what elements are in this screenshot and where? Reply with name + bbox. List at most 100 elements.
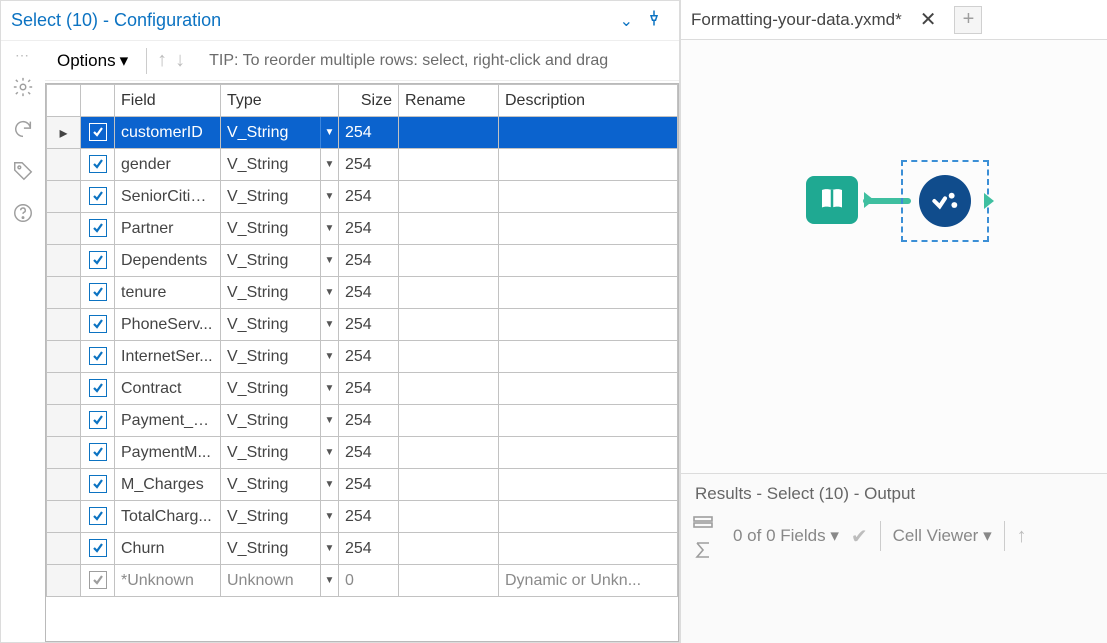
size-cell[interactable]: 254 [339,373,399,405]
size-cell[interactable]: 254 [339,341,399,373]
row-indicator[interactable] [47,437,81,469]
row-indicator[interactable] [47,245,81,277]
table-row[interactable]: tenureV_String▼254 [47,277,678,309]
description-cell[interactable]: Dynamic or Unkn... [499,565,678,597]
size-cell[interactable]: 254 [339,437,399,469]
table-row[interactable]: M_ChargesV_String▼254 [47,469,678,501]
col-rename[interactable]: Rename [399,85,499,117]
cell-viewer-dropdown[interactable]: Cell Viewer ▾ [893,526,992,546]
type-cell[interactable]: V_String▼ [221,373,339,405]
description-cell[interactable] [499,341,678,373]
type-dropdown-icon[interactable]: ▼ [320,341,338,372]
include-checkbox[interactable] [81,565,115,597]
field-grid[interactable]: Field Type Size Rename Description ▸cust… [45,83,679,642]
type-dropdown-icon[interactable]: ▼ [320,373,338,404]
field-name-cell[interactable]: Partner [115,213,221,245]
row-indicator[interactable] [47,181,81,213]
include-checkbox[interactable] [81,213,115,245]
table-row[interactable]: Payment_PBV_String▼254 [47,405,678,437]
output-anchor-icon[interactable] [864,192,874,208]
description-cell[interactable] [499,309,678,341]
size-cell[interactable]: 0 [339,565,399,597]
table-row[interactable]: ContractV_String▼254 [47,373,678,405]
include-checkbox[interactable] [81,149,115,181]
type-cell[interactable]: V_String▼ [221,437,339,469]
size-cell[interactable]: 254 [339,501,399,533]
type-dropdown-icon[interactable]: ▼ [320,277,338,308]
row-indicator[interactable] [47,501,81,533]
rename-cell[interactable] [399,341,499,373]
include-checkbox[interactable] [81,501,115,533]
include-checkbox[interactable] [81,533,115,565]
size-cell[interactable]: 254 [339,405,399,437]
type-cell[interactable]: V_String▼ [221,405,339,437]
rename-cell[interactable] [399,405,499,437]
field-name-cell[interactable]: Payment_PB [115,405,221,437]
include-checkbox[interactable] [81,437,115,469]
rename-cell[interactable] [399,245,499,277]
description-cell[interactable] [499,245,678,277]
size-cell[interactable]: 254 [339,117,399,149]
description-cell[interactable] [499,117,678,149]
field-name-cell[interactable]: PaymentM... [115,437,221,469]
rename-cell[interactable] [399,469,499,501]
type-cell[interactable]: V_String▼ [221,245,339,277]
rename-cell[interactable] [399,149,499,181]
select-tool[interactable] [901,160,989,242]
size-cell[interactable]: 254 [339,309,399,341]
type-cell[interactable]: V_String▼ [221,213,339,245]
refresh-icon[interactable] [9,115,37,143]
field-name-cell[interactable]: gender [115,149,221,181]
row-indicator[interactable]: ▸ [47,117,81,149]
row-indicator[interactable] [47,341,81,373]
type-dropdown-icon[interactable]: ▼ [320,117,338,148]
include-checkbox[interactable] [81,405,115,437]
include-checkbox[interactable] [81,309,115,341]
type-cell[interactable]: V_String▼ [221,341,339,373]
table-row[interactable]: *UnknownUnknown▼0Dynamic or Unkn... [47,565,678,597]
row-indicator[interactable] [47,277,81,309]
col-description[interactable]: Description [499,85,678,117]
include-checkbox[interactable] [81,117,115,149]
tag-icon[interactable] [9,157,37,185]
type-dropdown-icon[interactable]: ▼ [320,213,338,244]
type-dropdown-icon[interactable]: ▼ [320,533,338,564]
row-indicator[interactable] [47,213,81,245]
type-cell[interactable]: Unknown▼ [221,565,339,597]
table-row[interactable]: PartnerV_String▼254 [47,213,678,245]
row-indicator[interactable] [47,469,81,501]
description-cell[interactable] [499,437,678,469]
type-dropdown-icon[interactable]: ▼ [320,245,338,276]
rename-cell[interactable] [399,437,499,469]
row-indicator[interactable] [47,565,81,597]
include-checkbox[interactable] [81,245,115,277]
row-indicator[interactable] [47,149,81,181]
size-cell[interactable]: 254 [339,149,399,181]
description-cell[interactable] [499,213,678,245]
type-cell[interactable]: V_String▼ [221,181,339,213]
document-tab[interactable]: Formatting-your-data.yxmd* [691,10,902,30]
new-tab-button[interactable]: + [954,6,982,34]
field-name-cell[interactable]: Dependents [115,245,221,277]
rename-cell[interactable] [399,181,499,213]
field-name-cell[interactable]: Contract [115,373,221,405]
field-name-cell[interactable]: InternetSer... [115,341,221,373]
table-row[interactable]: TotalCharg...V_String▼254 [47,501,678,533]
field-name-cell[interactable]: TotalCharg... [115,501,221,533]
type-cell[interactable]: V_String▼ [221,149,339,181]
type-cell[interactable]: V_String▼ [221,533,339,565]
pin-icon[interactable] [639,9,669,32]
drag-handle-icon[interactable]: ⋯ [15,47,31,59]
description-cell[interactable] [499,501,678,533]
rename-cell[interactable] [399,309,499,341]
rename-cell[interactable] [399,565,499,597]
table-row[interactable]: InternetSer...V_String▼254 [47,341,678,373]
rename-cell[interactable] [399,373,499,405]
row-indicator[interactable] [47,373,81,405]
col-field[interactable]: Field [115,85,221,117]
input-data-tool[interactable] [797,170,867,230]
field-name-cell[interactable]: tenure [115,277,221,309]
type-cell[interactable]: V_String▼ [221,309,339,341]
description-cell[interactable] [499,469,678,501]
type-dropdown-icon[interactable]: ▼ [320,469,338,500]
